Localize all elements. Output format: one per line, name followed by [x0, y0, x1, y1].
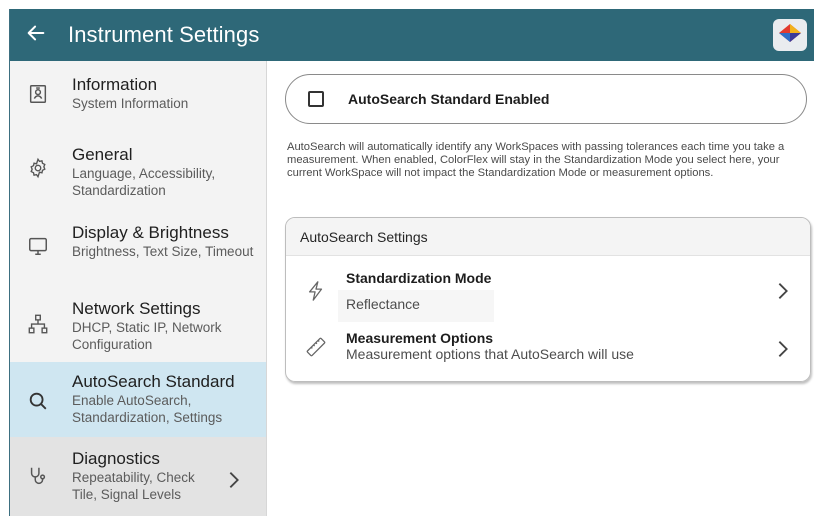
chevron-right-icon — [776, 338, 790, 365]
sidebar-item-subtitle: Repeatability, Check Tile, Signal Levels — [72, 470, 195, 502]
sidebar-item-title: General — [72, 145, 133, 164]
standardization-mode-row[interactable]: Standardization Mode Reflectance — [286, 256, 810, 324]
logo-button[interactable] — [773, 19, 807, 51]
sidebar-item-subtitle: Brightness, Text Size, Timeout — [72, 244, 254, 259]
sidebar-item-title: Display & Brightness — [72, 223, 229, 242]
autosearch-settings-panel: AutoSearch Standard Enabled AutoSearch w… — [267, 61, 814, 516]
settings-sidebar: Information System Information General L… — [10, 61, 267, 516]
autosearch-enable-toggle[interactable]: AutoSearch Standard Enabled — [285, 74, 807, 124]
sidebar-item-general[interactable]: General Language, Accessibility, Standar… — [10, 131, 266, 209]
gear-icon — [18, 145, 58, 179]
sidebar-item-display-brightness[interactable]: Display & Brightness Brightness, Text Si… — [10, 209, 266, 285]
sidebar-item-title: AutoSearch Standard — [72, 372, 235, 391]
autosearch-enable-checkbox[interactable] — [308, 91, 324, 107]
sidebar-item-information[interactable]: Information System Information — [10, 61, 266, 131]
app-bar: Instrument Settings — [10, 9, 814, 61]
autosearch-description: AutoSearch will automatically identify a… — [287, 141, 785, 180]
sidebar-item-subtitle: Language, Accessibility, Standardization — [72, 166, 216, 198]
sidebar-item-title: Information — [72, 75, 158, 94]
search-icon — [18, 372, 58, 412]
colorflex-logo-icon — [778, 23, 802, 48]
id-badge-icon — [18, 75, 58, 105]
monitor-icon — [18, 223, 58, 257]
row-value: Reflectance — [346, 296, 420, 312]
sidebar-item-network-settings[interactable]: Network Settings DHCP, Static IP, Networ… — [10, 285, 266, 362]
sidebar-item-subtitle: DHCP, Static IP, Network Configuration — [72, 320, 222, 352]
sidebar-item-autosearch-standard[interactable]: AutoSearch Standard Enable AutoSearch, S… — [10, 362, 266, 437]
arrow-left-icon — [25, 22, 47, 49]
sidebar-item-subtitle: Enable AutoSearch, Standardization, Sett… — [72, 393, 223, 425]
network-icon — [18, 299, 58, 335]
page-title: Instrument Settings — [68, 22, 260, 47]
chevron-right-icon — [226, 469, 242, 496]
card-header: AutoSearch Settings — [286, 218, 810, 256]
row-title: Standardization Mode — [346, 270, 492, 286]
sidebar-item-title: Diagnostics — [72, 449, 160, 468]
ruler-icon — [286, 330, 346, 358]
sidebar-item-diagnostics[interactable]: Diagnostics Repeatability, Check Tile, S… — [10, 437, 266, 516]
autosearch-settings-card: AutoSearch Settings Standardization Mode… — [285, 217, 811, 382]
sidebar-item-subtitle: System Information — [72, 96, 189, 111]
back-button[interactable] — [10, 9, 62, 61]
measurement-options-row[interactable]: Measurement Options Measurement options … — [286, 324, 810, 380]
toggle-label: AutoSearch Standard Enabled — [348, 91, 550, 107]
chevron-right-icon — [776, 280, 790, 307]
row-title: Measurement Options — [346, 330, 494, 346]
app-window: Instrument Settings Information System I… — [9, 9, 814, 516]
row-value: Measurement options that AutoSearch will… — [346, 346, 634, 362]
lightning-icon — [286, 270, 346, 302]
sidebar-item-title: Network Settings — [72, 299, 201, 318]
stethoscope-icon — [18, 449, 58, 487]
